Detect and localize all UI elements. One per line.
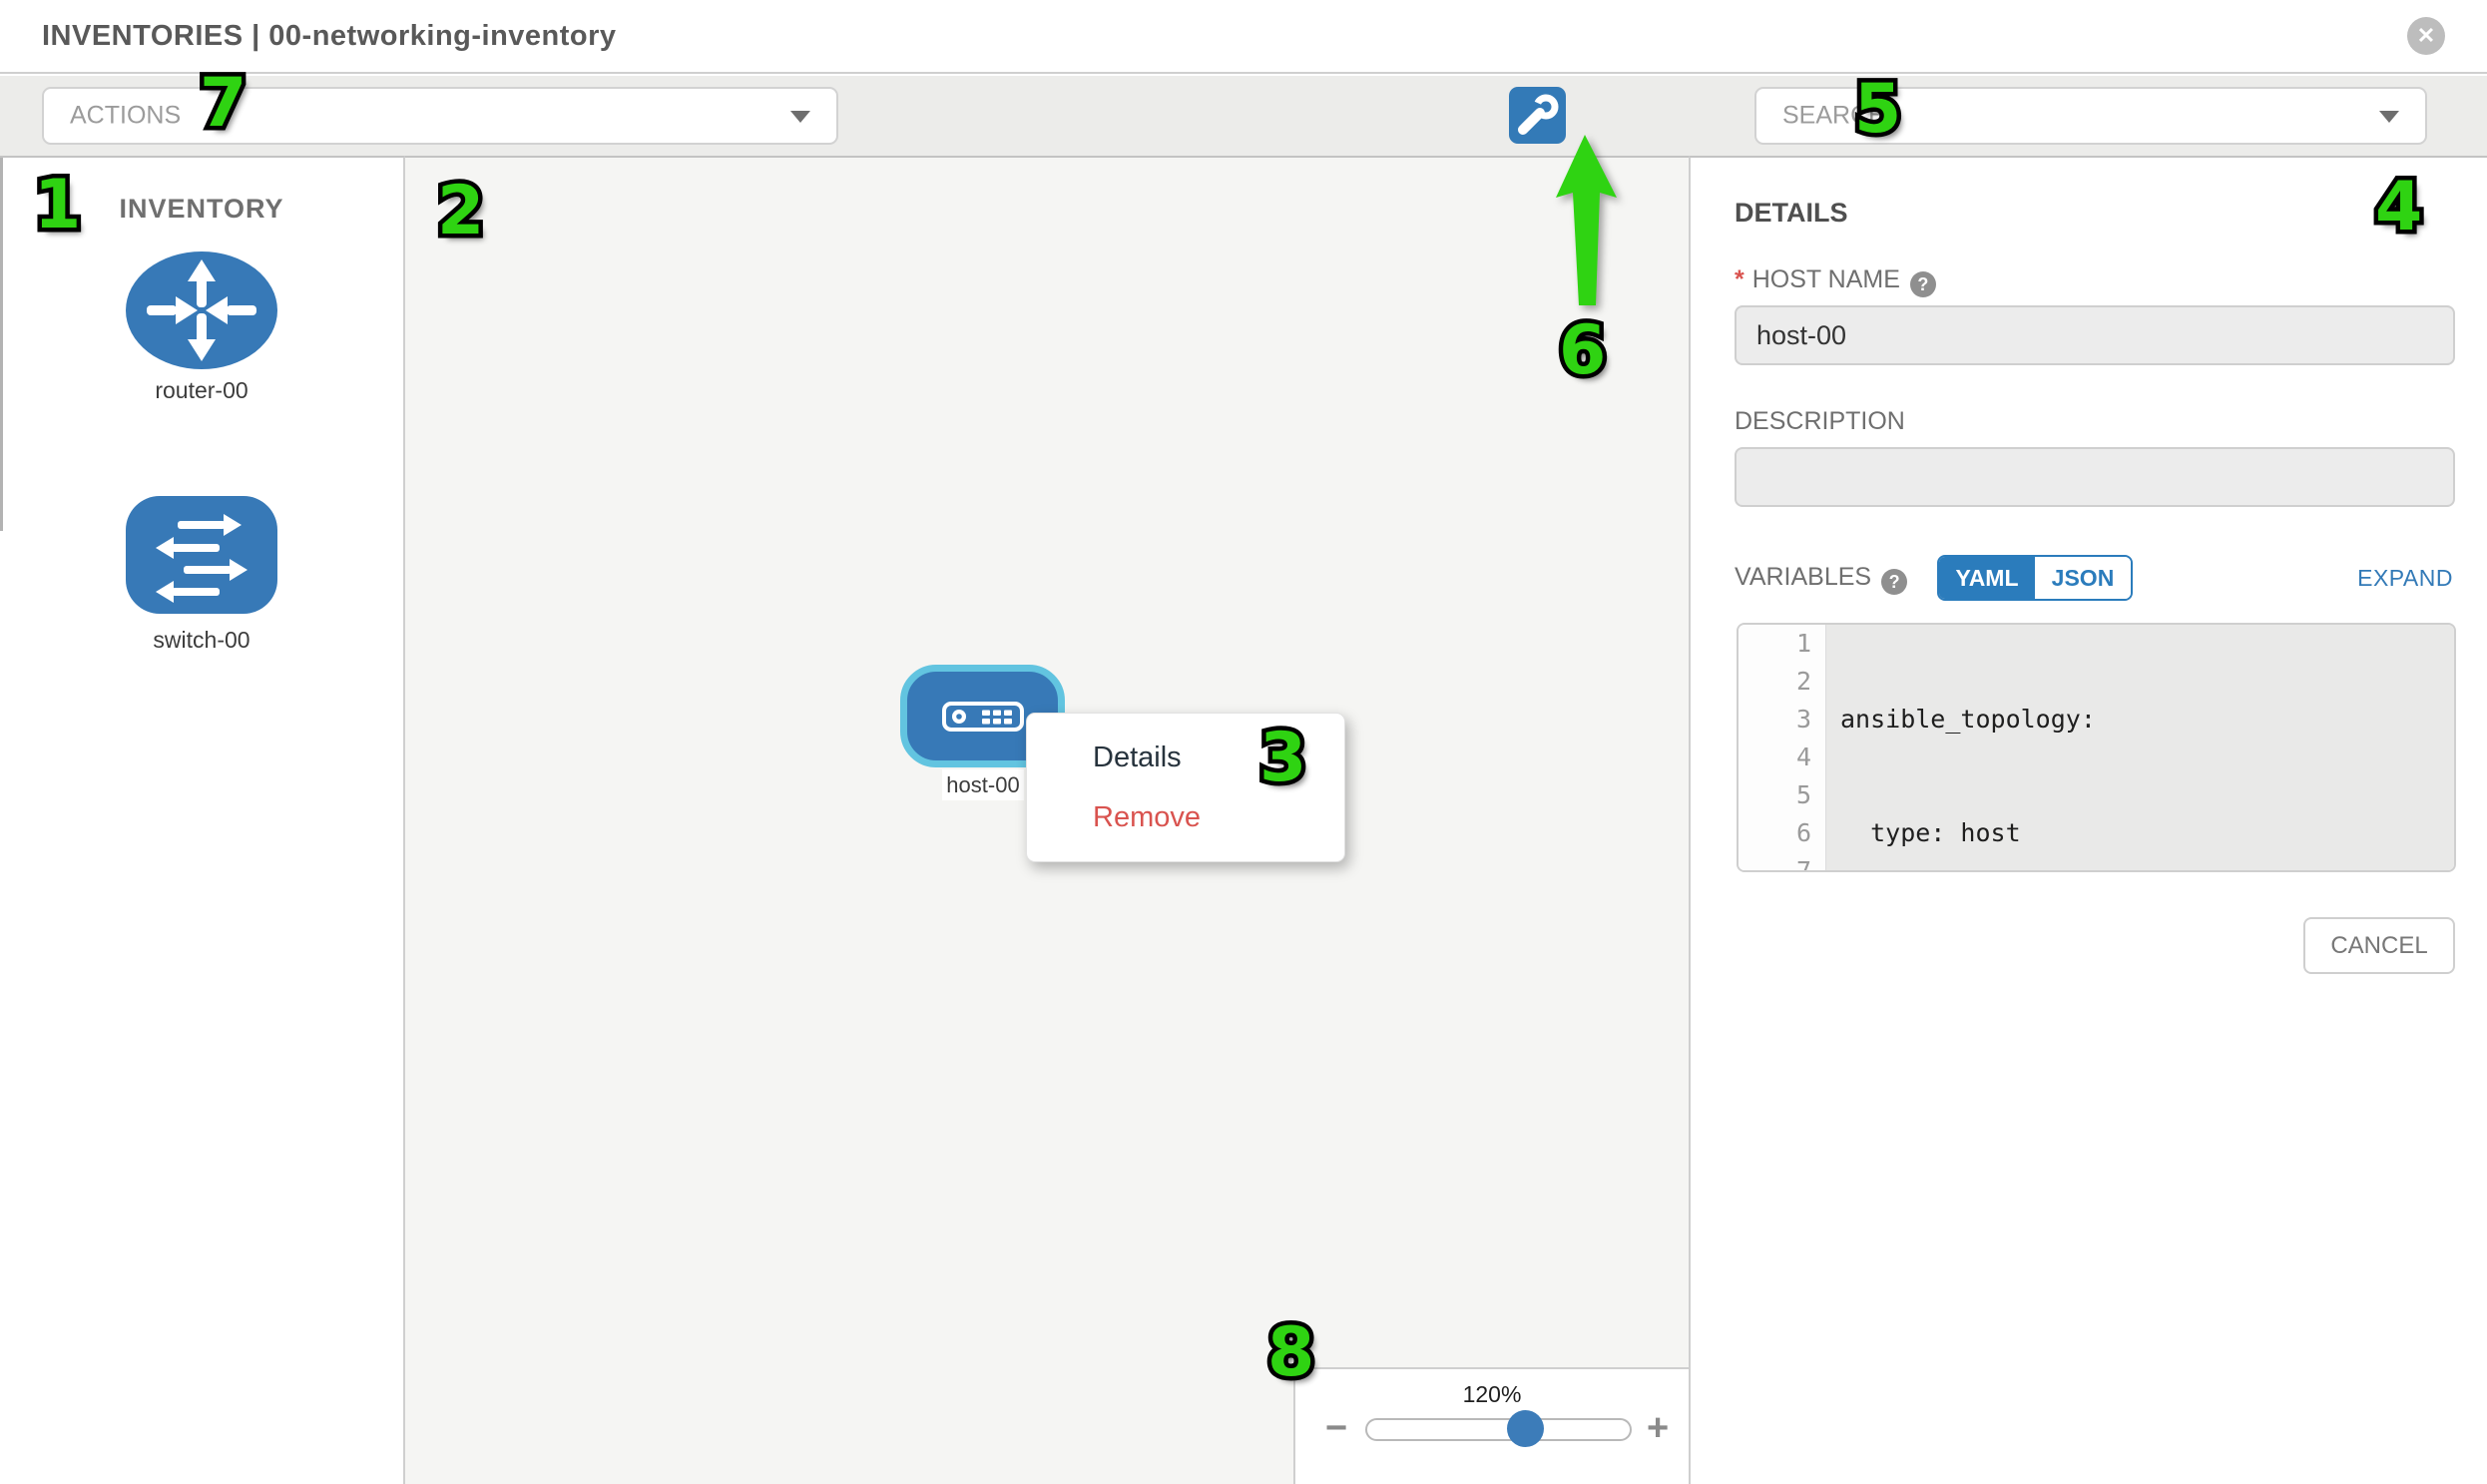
search-placeholder: SEARCH bbox=[1782, 102, 1886, 131]
zoom-widget: 120% − + bbox=[1293, 1367, 1689, 1484]
line-number: 6 bbox=[1739, 814, 1811, 852]
details-panel-title: DETAILS bbox=[1735, 198, 1848, 229]
app-window: INVENTORIES | 00-networking-inventory ✕ … bbox=[0, 0, 2487, 1484]
line-number: 3 bbox=[1739, 701, 1811, 739]
variables-format-toggle: YAML JSON bbox=[1937, 555, 2133, 601]
zoom-slider-thumb[interactable] bbox=[1507, 1410, 1544, 1447]
zoom-level-value: 120% bbox=[1295, 1381, 1689, 1408]
topology-canvas[interactable]: host-00 Details Remove 120% − + bbox=[405, 156, 1689, 1484]
device-switch-00[interactable] bbox=[126, 496, 277, 614]
actions-dropdown[interactable]: ACTIONS bbox=[42, 87, 838, 145]
variables-label: VARIABLES bbox=[1735, 563, 1871, 591]
host-name-input[interactable] bbox=[1735, 305, 2455, 365]
help-icon[interactable]: ? bbox=[1910, 271, 1936, 297]
router-label: router-00 bbox=[0, 377, 403, 404]
required-asterisk: * bbox=[1735, 265, 1744, 293]
menu-item-details[interactable]: Details bbox=[1027, 728, 1344, 787]
line-number: 1 bbox=[1739, 625, 1811, 663]
line-number-gutter: 1 2 3 4 5 6 7 bbox=[1739, 625, 1826, 870]
code-line: ansible_topology: bbox=[1840, 701, 2454, 739]
header-bar: INVENTORIES | 00-networking-inventory ✕ bbox=[0, 0, 2487, 74]
switch-icon bbox=[126, 496, 277, 614]
close-icon[interactable]: ✕ bbox=[2407, 17, 2445, 55]
breadcrumb: INVENTORIES | 00-networking-inventory bbox=[42, 20, 617, 53]
line-number: 7 bbox=[1739, 852, 1811, 872]
menu-item-remove[interactable]: Remove bbox=[1027, 787, 1344, 847]
expand-link[interactable]: EXPAND bbox=[2357, 565, 2453, 592]
inventory-sidebar: INVENTORY router-00 bbox=[0, 156, 405, 1484]
variables-code-editor[interactable]: 1 2 3 4 5 6 7 ansible_topology: type: ho… bbox=[1737, 623, 2456, 872]
code-line: type: host bbox=[1840, 814, 2454, 852]
json-tab[interactable]: JSON bbox=[2035, 557, 2131, 599]
search-dropdown[interactable]: SEARCH bbox=[1754, 87, 2427, 145]
host-name-label-row: * HOST NAME? bbox=[1735, 265, 1936, 297]
actions-dropdown-label: ACTIONS bbox=[70, 102, 181, 131]
host-server-icon bbox=[942, 702, 1024, 732]
chevron-down-icon bbox=[2379, 111, 2399, 123]
help-icon[interactable]: ? bbox=[1881, 569, 1907, 595]
code-lines[interactable]: ansible_topology: type: host name: host-… bbox=[1826, 625, 2454, 870]
variables-label-row: VARIABLES? bbox=[1735, 563, 1907, 595]
zoom-slider-track[interactable] bbox=[1365, 1418, 1632, 1441]
switch-label: switch-00 bbox=[0, 627, 403, 654]
line-number: 5 bbox=[1739, 776, 1811, 814]
line-number: 2 bbox=[1739, 663, 1811, 701]
cancel-button[interactable]: CANCEL bbox=[2303, 917, 2455, 974]
router-icon bbox=[126, 251, 277, 369]
description-label: DESCRIPTION bbox=[1735, 407, 1905, 436]
yaml-tab[interactable]: YAML bbox=[1939, 557, 2035, 599]
node-context-menu: Details Remove bbox=[1026, 713, 1345, 862]
device-router-00[interactable] bbox=[126, 251, 277, 369]
toolbar: ACTIONS SEARCH bbox=[0, 76, 2487, 156]
line-number: 4 bbox=[1739, 739, 1811, 776]
description-input[interactable] bbox=[1735, 447, 2455, 507]
zoom-out-button[interactable]: − bbox=[1325, 1409, 1347, 1447]
details-panel: DETAILS * HOST NAME? DESCRIPTION VARIABLE… bbox=[1689, 156, 2487, 1484]
chevron-down-icon bbox=[790, 111, 810, 123]
sidebar-title: INVENTORY bbox=[0, 194, 403, 225]
host-name-label: HOST NAME bbox=[1752, 265, 1900, 293]
wrench-icon bbox=[1509, 87, 1566, 144]
host-node-label: host-00 bbox=[942, 769, 1024, 800]
tools-button[interactable] bbox=[1509, 87, 1566, 144]
zoom-in-button[interactable]: + bbox=[1647, 1409, 1669, 1447]
